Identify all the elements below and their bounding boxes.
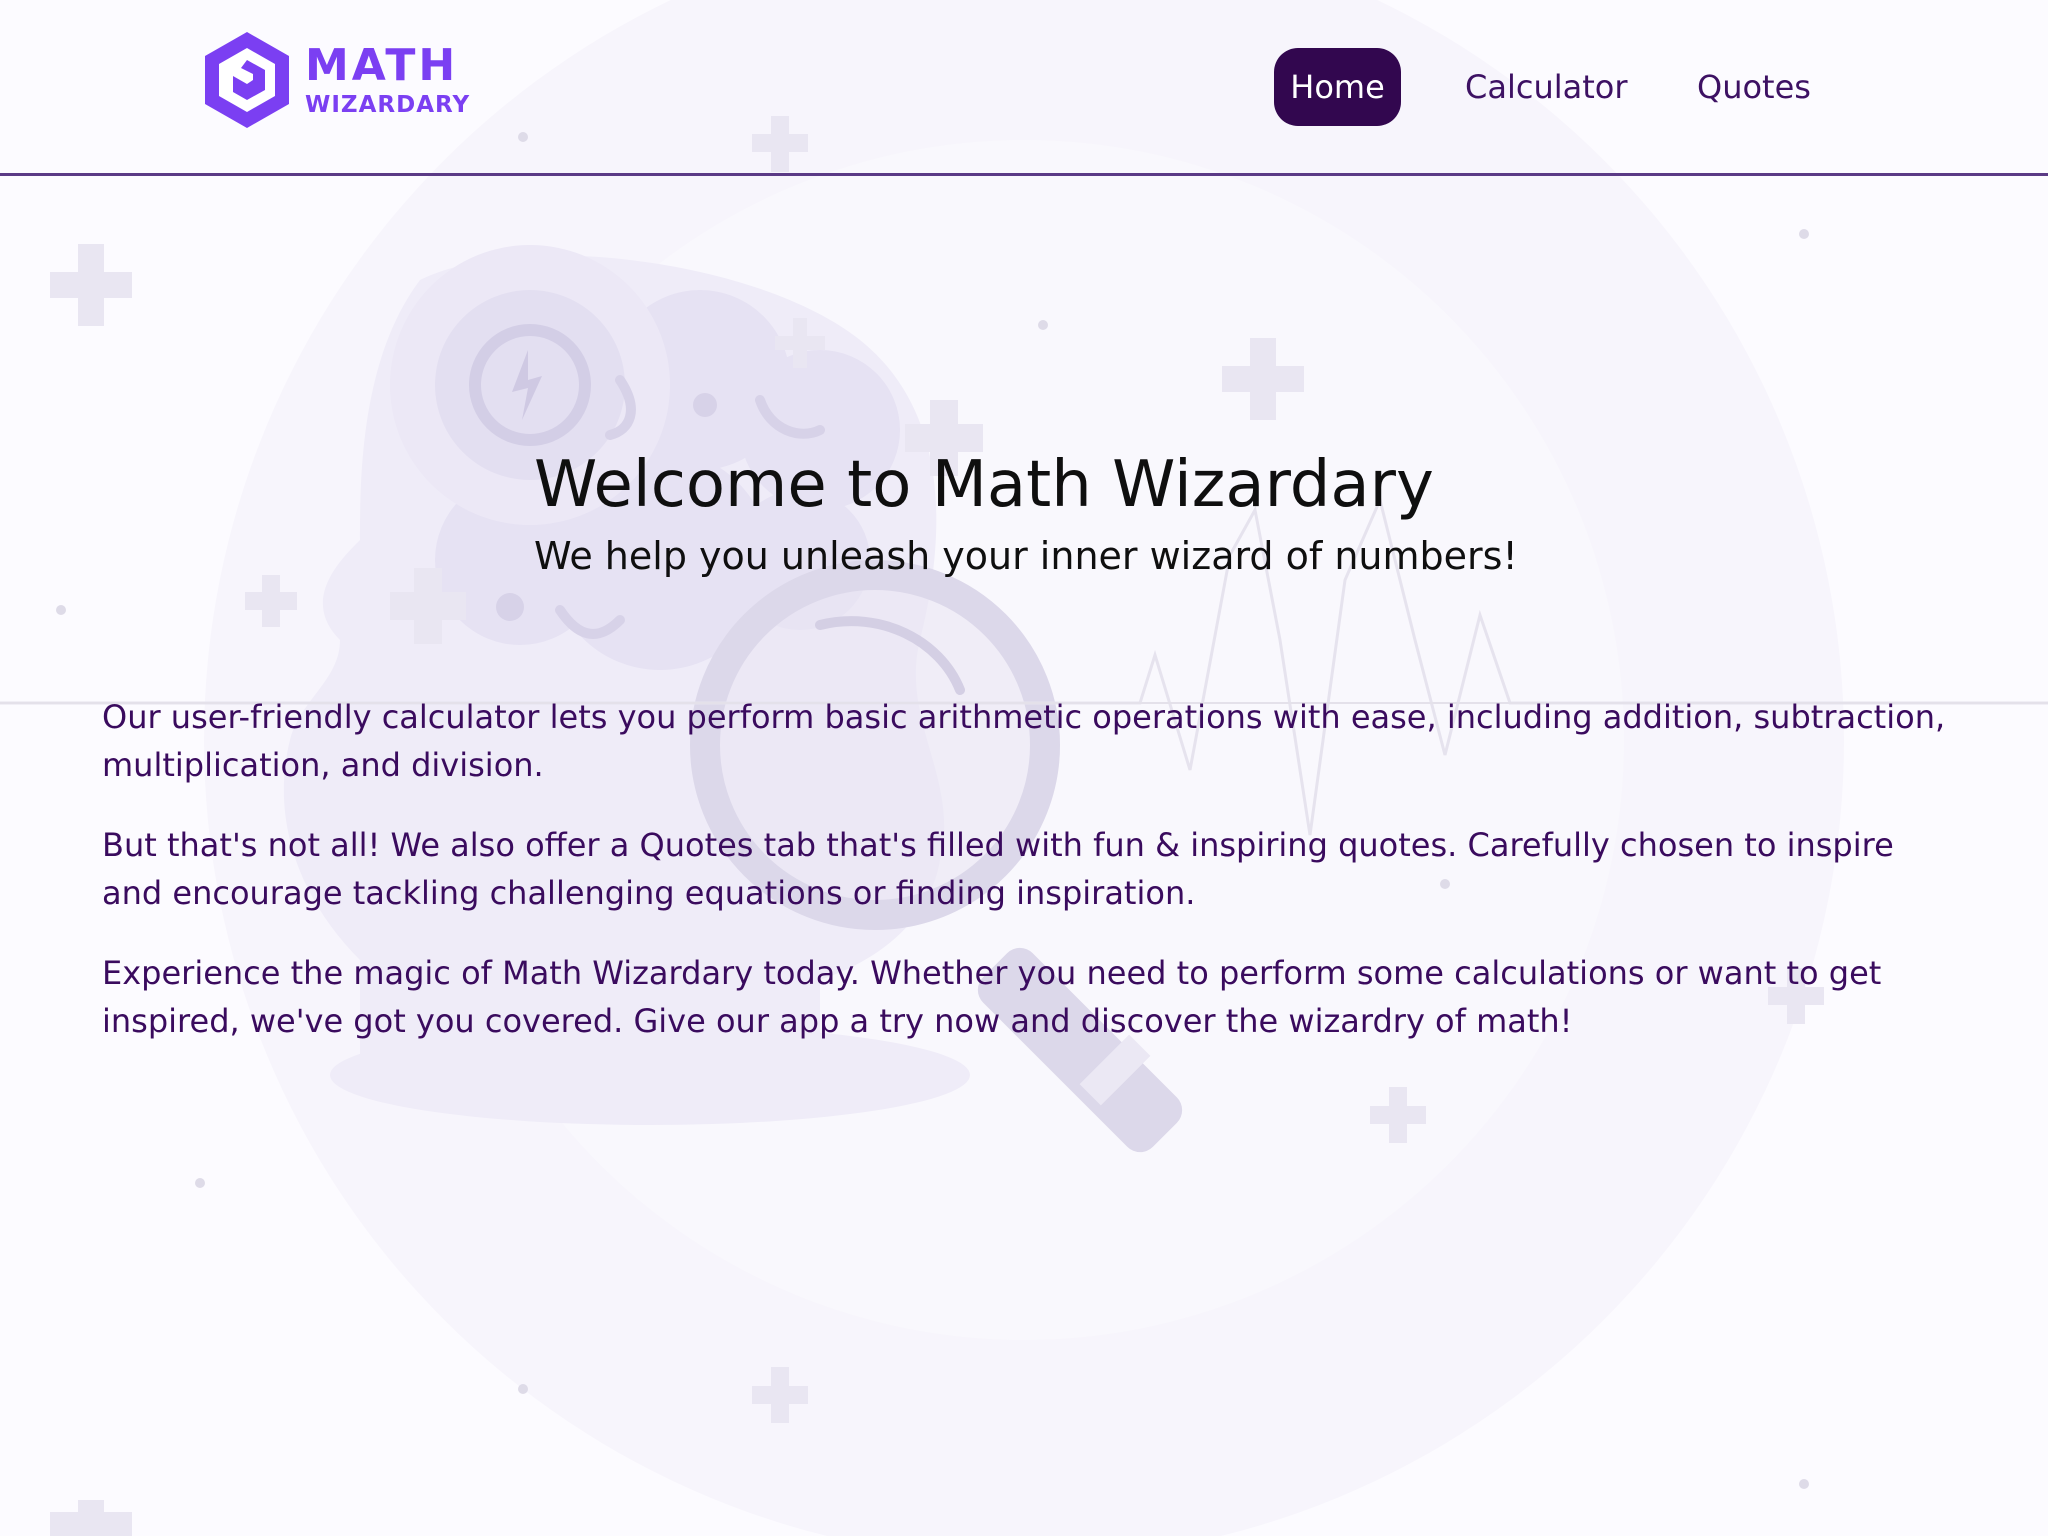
intro-paragraph: Our user-friendly calculator lets you pe… — [102, 698, 1946, 784]
intro-content: Our user-friendly calculator lets you pe… — [102, 693, 1952, 1077]
intro-paragraph: Experience the magic of Math Wizardary t… — [102, 954, 1882, 1040]
page-subtitle: We help you unleash your inner wizard of… — [534, 534, 1518, 579]
intro-paragraph: But that's not all! We also offer a Quot… — [102, 826, 1894, 912]
main-nav: Home Calculator Quotes — [0, 48, 2048, 126]
nav-quotes-link[interactable]: Quotes — [1681, 48, 1827, 126]
nav-home-link[interactable]: Home — [1274, 48, 1401, 126]
page-title: Welcome to Math Wizardary — [534, 448, 1434, 522]
site-header: MATH WIZARDARY Home Calculator Quotes — [0, 0, 2048, 176]
page: MATH WIZARDARY Home Calculator Quotes We… — [0, 0, 2048, 1536]
hero-section: Welcome to Math Wizardary We help you un… — [534, 448, 1518, 579]
nav-calculator-link[interactable]: Calculator — [1449, 48, 1644, 126]
